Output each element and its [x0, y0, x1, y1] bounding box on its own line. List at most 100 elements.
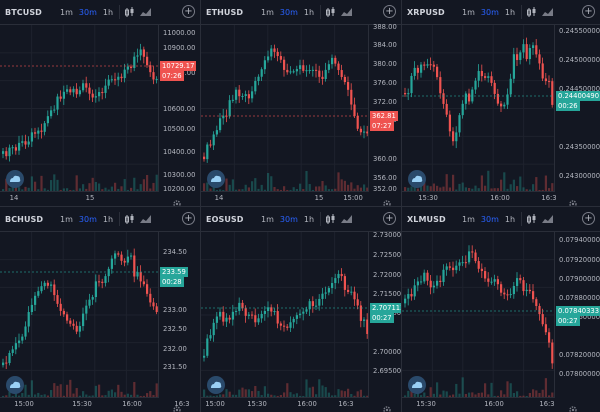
candle-body	[404, 298, 407, 304]
settings-icon[interactable]	[172, 194, 182, 206]
symbol-label[interactable]: BCHUSD	[5, 215, 57, 224]
candle-body	[436, 280, 439, 286]
timeframe-1m[interactable]: 1m	[57, 215, 76, 224]
timeframe-1m[interactable]: 1m	[57, 8, 76, 17]
symbol-label[interactable]: ETHUSD	[206, 8, 258, 17]
settings-icon[interactable]	[382, 400, 392, 412]
symbol-label[interactable]: EOSUSD	[206, 215, 258, 224]
price-axis[interactable]: 2.73000002.72500002.72000002.71500002.71…	[368, 231, 401, 398]
candles-icon[interactable]	[525, 6, 538, 18]
tradingview-logo-icon[interactable]	[408, 170, 426, 188]
price-axis[interactable]: 0.24550000 0.24500000 0.24450000 0.24350000…	[554, 25, 600, 192]
timeframe-1h[interactable]: 1h	[502, 8, 518, 17]
timeframe-30m[interactable]: 30m	[277, 215, 301, 224]
candle-body	[334, 57, 337, 64]
settings-icon[interactable]	[568, 194, 578, 206]
price-axis[interactable]: 0.07940000 0.07920000 0.07900000 0.07880000…	[554, 232, 600, 398]
area-chart-icon[interactable]	[541, 6, 554, 18]
chart-panel-eosusd[interactable]: EOSUSD1m30m1h +2.7300000 2.7250000 2.720000…	[201, 207, 401, 412]
timeframe-30m[interactable]: 30m	[277, 8, 301, 17]
candlestick-plot[interactable]	[201, 232, 368, 398]
timeframe-1m[interactable]: 1m	[258, 215, 277, 224]
timeframe-1m[interactable]: 1m	[459, 8, 478, 17]
symbol-label[interactable]: XLMUSD	[407, 215, 459, 224]
time-axis[interactable]: 15:00 15:30 16:00 16:3	[0, 397, 190, 412]
time-axis[interactable]: 14 15	[0, 191, 158, 206]
candles-icon[interactable]	[324, 6, 337, 18]
time-axis[interactable]: 15:30 16:00 16:3	[402, 397, 555, 412]
timeframe-30m[interactable]: 30m	[76, 8, 100, 17]
candles-icon[interactable]	[324, 213, 337, 225]
time-axis[interactable]: 15:00 15:30 16:00 16:3	[201, 397, 368, 412]
area-chart-icon[interactable]	[139, 213, 152, 225]
timeframe-30m[interactable]: 30m	[478, 8, 502, 17]
timeframe-1h[interactable]: 1h	[301, 215, 317, 224]
candle-body	[203, 156, 206, 160]
candles-icon[interactable]	[525, 213, 538, 225]
tradingview-logo-icon[interactable]	[6, 376, 24, 394]
price-tick: 2.7250000	[373, 251, 401, 259]
tradingview-logo-icon[interactable]	[6, 170, 24, 188]
price-axis[interactable]: 234.50234.00233.00232.50232.00231.50233.…	[158, 232, 200, 398]
price-axis[interactable]: 11000.0010900.0010800.0010600.0010500.00…	[158, 25, 200, 193]
last-price-label: 0.24400490	[556, 91, 600, 101]
candlestick-plot[interactable]	[402, 232, 554, 398]
chart-panel-btcusd[interactable]: BTCUSD1m30m1h +11000.0010900.0010800.0010…	[0, 0, 200, 206]
tradingview-logo-icon[interactable]	[408, 376, 426, 394]
add-chart-icon[interactable]: +	[582, 5, 595, 18]
chart-panel-bchusd[interactable]: BCHUSD1m30m1h +234.50234.00233.00232.5023…	[0, 207, 200, 412]
candle-body	[410, 75, 413, 94]
chart-panel-xlmusd[interactable]: XLMUSD 1m 30m 1h +0.07940000 0.07920000 0.0790…	[402, 207, 600, 412]
timeframe-30m[interactable]: 30m	[76, 215, 100, 224]
timeframe-1h[interactable]: 1h	[100, 215, 116, 224]
area-chart-icon[interactable]	[340, 6, 353, 18]
add-chart-icon[interactable]: +	[182, 212, 195, 225]
candlestick-plot[interactable]	[402, 25, 554, 192]
volume-bar	[305, 379, 308, 398]
candle-body	[416, 281, 419, 286]
candle-body	[468, 251, 471, 263]
candles-icon[interactable]	[123, 213, 136, 225]
add-chart-icon[interactable]: +	[182, 5, 195, 18]
toolbar-divider	[320, 212, 322, 226]
area-chart-icon[interactable]	[139, 6, 152, 18]
volume-bar	[225, 178, 228, 192]
candle-body	[321, 76, 324, 79]
timeframe-1h[interactable]: 1h	[502, 215, 518, 224]
time-axis[interactable]: 15:30 16:00 16:3	[402, 191, 557, 206]
settings-icon[interactable]	[382, 194, 392, 206]
timeframe-1h[interactable]: 1h	[301, 8, 317, 17]
candle-body	[420, 281, 423, 283]
time-axis[interactable]: 14 15 15:00	[201, 191, 368, 206]
candlestick-plot[interactable]	[0, 232, 158, 398]
candle-body	[21, 141, 24, 143]
tradingview-logo-icon[interactable]	[207, 170, 225, 188]
add-chart-icon[interactable]: +	[383, 5, 396, 18]
volume-bar	[40, 175, 43, 192]
tradingview-logo-icon[interactable]	[207, 376, 225, 394]
symbol-label[interactable]: BTCUSD	[5, 8, 57, 17]
area-chart-icon[interactable]	[541, 213, 554, 225]
timeframe-30m[interactable]: 30m	[478, 215, 502, 224]
volume-bar	[318, 379, 321, 398]
timeframe-1h[interactable]: 1h	[100, 8, 116, 17]
timeframe-1m[interactable]: 1m	[258, 8, 277, 17]
candlestick-plot[interactable]	[0, 25, 158, 192]
chart-panel-xrpusd[interactable]: XRPUSD 1m 30m 1h +0.24550000 0.24500000 0.2445…	[402, 0, 600, 206]
candle-body	[302, 311, 305, 314]
settings-icon[interactable]	[172, 400, 182, 412]
timeframe-1m[interactable]: 1m	[459, 215, 478, 224]
candles-icon[interactable]	[123, 6, 136, 18]
candle-body	[541, 63, 544, 79]
add-chart-icon[interactable]: +	[582, 212, 595, 225]
chart-panel-ethusd[interactable]: ETHUSD 1m 30m 1h +388.00 384.00 380.00 376.00 37…	[201, 0, 401, 206]
candle-body	[21, 336, 24, 341]
settings-icon[interactable]	[568, 400, 578, 412]
area-chart-icon[interactable]	[340, 213, 353, 225]
candlestick-plot[interactable]	[201, 25, 368, 192]
price-axis[interactable]: 388.00384.00380.00376.00372.00368.00360.…	[368, 23, 401, 193]
time-tick: 15:30	[247, 400, 267, 408]
symbol-label[interactable]: XRPUSD	[407, 8, 459, 17]
add-chart-icon[interactable]: +	[383, 212, 396, 225]
candle-body	[56, 295, 59, 304]
